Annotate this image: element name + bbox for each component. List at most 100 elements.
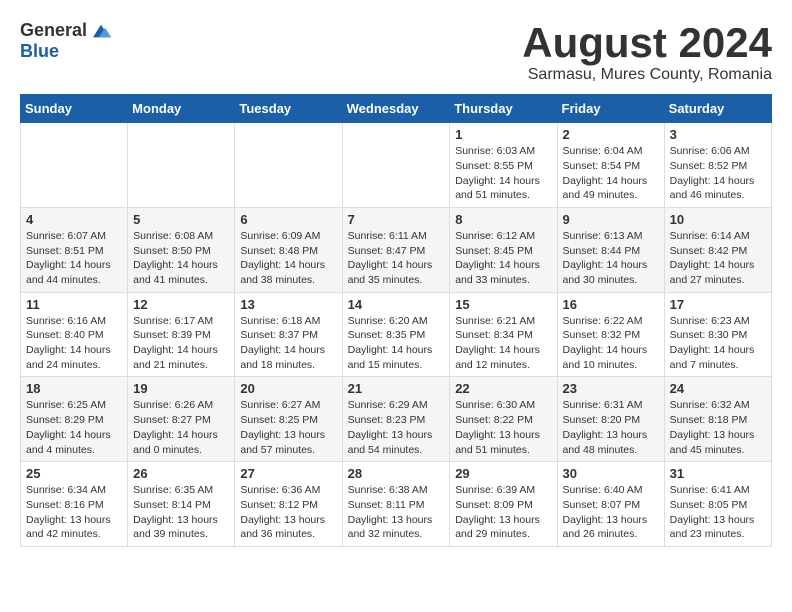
day-number: 5 [133,212,229,227]
calendar-cell: 23 Sunrise: 6:31 AM Sunset: 8:20 PM Dayli… [557,377,664,462]
day-number: 22 [455,381,551,396]
day-info: Sunrise: 6:34 AM Sunset: 8:16 PM Dayligh… [26,483,122,542]
day-number: 8 [455,212,551,227]
title-area: August 2024 Sarmasu, Mures County, Roman… [522,20,772,84]
day-info: Sunrise: 6:21 AM Sunset: 8:34 PM Dayligh… [455,314,551,373]
weekday-header-row: SundayMondayTuesdayWednesdayThursdayFrid… [21,95,772,123]
calendar-cell [21,123,128,208]
calendar-week-row: 11 Sunrise: 6:16 AM Sunset: 8:40 PM Dayli… [21,292,772,377]
day-number: 3 [670,127,766,142]
day-number: 4 [26,212,122,227]
day-number: 27 [240,466,336,481]
calendar-cell: 3 Sunrise: 6:06 AM Sunset: 8:52 PM Daylig… [664,123,771,208]
day-number: 19 [133,381,229,396]
calendar-cell: 31Sunrise: 6:41 AM Sunset: 8:05 PM Dayli… [664,462,771,547]
day-info: Sunrise: 6:12 AM Sunset: 8:45 PM Dayligh… [455,229,551,288]
weekday-header-cell: Friday [557,95,664,123]
day-info: Sunrise: 6:22 AM Sunset: 8:32 PM Dayligh… [563,314,659,373]
calendar-cell: 6 Sunrise: 6:09 AM Sunset: 8:48 PM Daylig… [235,207,342,292]
day-number: 25 [26,466,122,481]
calendar-cell: 10Sunrise: 6:14 AM Sunset: 8:42 PM Dayli… [664,207,771,292]
calendar-cell: 28Sunrise: 6:38 AM Sunset: 8:11 PM Dayli… [342,462,450,547]
day-info: Sunrise: 6:36 AM Sunset: 8:12 PM Dayligh… [240,483,336,542]
day-info: Sunrise: 6:18 AM Sunset: 8:37 PM Dayligh… [240,314,336,373]
day-number: 17 [670,297,766,312]
calendar-cell: 8 Sunrise: 6:12 AM Sunset: 8:45 PM Daylig… [450,207,557,292]
calendar-cell: 12 Sunrise: 6:17 AM Sunset: 8:39 PM Dayli… [128,292,235,377]
calendar-cell: 22 Sunrise: 6:30 AM Sunset: 8:22 PM Dayli… [450,377,557,462]
day-info: Sunrise: 6:13 AM Sunset: 8:44 PM Dayligh… [563,229,659,288]
day-info: Sunrise: 6:08 AM Sunset: 8:50 PM Dayligh… [133,229,229,288]
day-info: Sunrise: 6:16 AM Sunset: 8:40 PM Dayligh… [26,314,122,373]
weekday-header-cell: Wednesday [342,95,450,123]
day-info: Sunrise: 6:30 AM Sunset: 8:22 PM Dayligh… [455,398,551,457]
day-number: 31 [670,466,766,481]
calendar-cell: 20Sunrise: 6:27 AM Sunset: 8:25 PM Dayli… [235,377,342,462]
day-info: Sunrise: 6:03 AM Sunset: 8:55 PM Dayligh… [455,144,551,203]
calendar-cell: 4 Sunrise: 6:07 AM Sunset: 8:51 PM Daylig… [21,207,128,292]
day-info: Sunrise: 6:11 AM Sunset: 8:47 PM Dayligh… [348,229,445,288]
day-number: 14 [348,297,445,312]
logo-blue-text: Blue [20,41,59,62]
logo-icon [89,21,113,41]
calendar-cell: 30 Sunrise: 6:40 AM Sunset: 8:07 PM Dayli… [557,462,664,547]
calendar-cell: 19 Sunrise: 6:26 AM Sunset: 8:27 PM Dayli… [128,377,235,462]
day-info: Sunrise: 6:39 AM Sunset: 8:09 PM Dayligh… [455,483,551,542]
day-number: 18 [26,381,122,396]
logo-general-text: General [20,20,87,41]
day-number: 10 [670,212,766,227]
day-number: 13 [240,297,336,312]
day-info: Sunrise: 6:06 AM Sunset: 8:52 PM Dayligh… [670,144,766,203]
calendar-week-row: 4 Sunrise: 6:07 AM Sunset: 8:51 PM Daylig… [21,207,772,292]
day-info: Sunrise: 6:40 AM Sunset: 8:07 PM Dayligh… [563,483,659,542]
calendar-table: SundayMondayTuesdayWednesdayThursdayFrid… [20,94,772,547]
day-info: Sunrise: 6:31 AM Sunset: 8:20 PM Dayligh… [563,398,659,457]
day-info: Sunrise: 6:04 AM Sunset: 8:54 PM Dayligh… [563,144,659,203]
day-info: Sunrise: 6:26 AM Sunset: 8:27 PM Dayligh… [133,398,229,457]
calendar-cell: 9 Sunrise: 6:13 AM Sunset: 8:44 PM Daylig… [557,207,664,292]
calendar-cell: 7 Sunrise: 6:11 AM Sunset: 8:47 PM Daylig… [342,207,450,292]
calendar-cell: 17 Sunrise: 6:23 AM Sunset: 8:30 PM Dayli… [664,292,771,377]
day-number: 1 [455,127,551,142]
calendar-cell: 1 Sunrise: 6:03 AM Sunset: 8:55 PM Daylig… [450,123,557,208]
day-number: 6 [240,212,336,227]
logo: General Blue [20,20,113,62]
day-info: Sunrise: 6:25 AM Sunset: 8:29 PM Dayligh… [26,398,122,457]
calendar-cell: 25 Sunrise: 6:34 AM Sunset: 8:16 PM Dayli… [21,462,128,547]
calendar-cell: 15Sunrise: 6:21 AM Sunset: 8:34 PM Dayli… [450,292,557,377]
day-number: 11 [26,297,122,312]
day-info: Sunrise: 6:17 AM Sunset: 8:39 PM Dayligh… [133,314,229,373]
day-number: 9 [563,212,659,227]
weekday-header-cell: Sunday [21,95,128,123]
calendar-cell [128,123,235,208]
calendar-week-row: 1 Sunrise: 6:03 AM Sunset: 8:55 PM Daylig… [21,123,772,208]
day-number: 16 [563,297,659,312]
day-number: 23 [563,381,659,396]
calendar-cell: 11 Sunrise: 6:16 AM Sunset: 8:40 PM Dayli… [21,292,128,377]
day-number: 24 [670,381,766,396]
calendar-cell: 14Sunrise: 6:20 AM Sunset: 8:35 PM Dayli… [342,292,450,377]
calendar-cell: 26Sunrise: 6:35 AM Sunset: 8:14 PM Dayli… [128,462,235,547]
calendar-cell: 21Sunrise: 6:29 AM Sunset: 8:23 PM Dayli… [342,377,450,462]
weekday-header-cell: Monday [128,95,235,123]
day-number: 12 [133,297,229,312]
calendar-cell: 18 Sunrise: 6:25 AM Sunset: 8:29 PM Dayli… [21,377,128,462]
calendar-cell: 5 Sunrise: 6:08 AM Sunset: 8:50 PM Daylig… [128,207,235,292]
weekday-header-cell: Saturday [664,95,771,123]
day-number: 28 [348,466,445,481]
day-info: Sunrise: 6:27 AM Sunset: 8:25 PM Dayligh… [240,398,336,457]
location-title: Sarmasu, Mures County, Romania [522,66,772,84]
calendar-cell: 29Sunrise: 6:39 AM Sunset: 8:09 PM Dayli… [450,462,557,547]
calendar-cell: 13 Sunrise: 6:18 AM Sunset: 8:37 PM Dayli… [235,292,342,377]
day-info: Sunrise: 6:23 AM Sunset: 8:30 PM Dayligh… [670,314,766,373]
day-info: Sunrise: 6:09 AM Sunset: 8:48 PM Dayligh… [240,229,336,288]
day-info: Sunrise: 6:07 AM Sunset: 8:51 PM Dayligh… [26,229,122,288]
calendar-cell: 16 Sunrise: 6:22 AM Sunset: 8:32 PM Dayli… [557,292,664,377]
calendar-cell: 24Sunrise: 6:32 AM Sunset: 8:18 PM Dayli… [664,377,771,462]
day-number: 7 [348,212,445,227]
calendar-cell: 27 Sunrise: 6:36 AM Sunset: 8:12 PM Dayli… [235,462,342,547]
weekday-header-cell: Tuesday [235,95,342,123]
calendar-cell: 2Sunrise: 6:04 AM Sunset: 8:54 PM Daylig… [557,123,664,208]
calendar-cell [342,123,450,208]
day-number: 30 [563,466,659,481]
